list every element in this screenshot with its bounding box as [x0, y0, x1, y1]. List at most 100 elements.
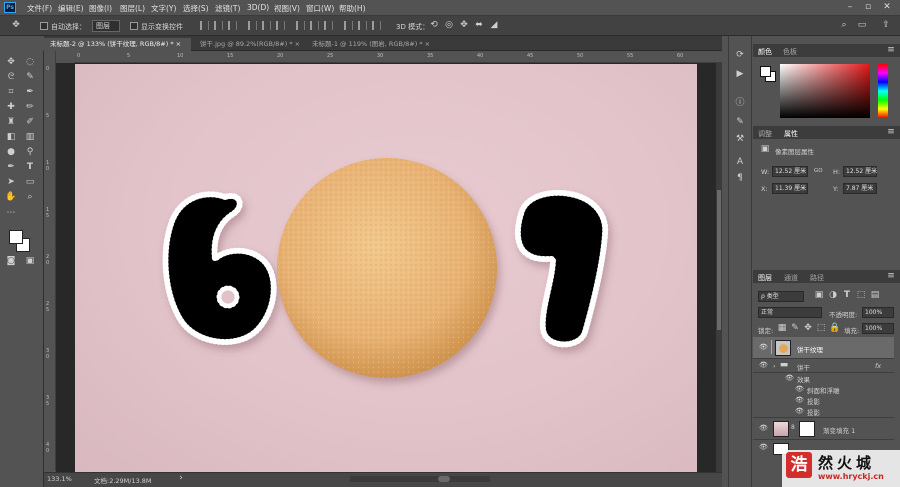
paragraph-panel-icon[interactable]: ¶ [734, 173, 746, 183]
distribute-left-icon[interactable] [296, 21, 305, 30]
visibility-eye-icon[interactable]: 👁 [795, 407, 804, 415]
3d-roll-icon[interactable]: ◎ [443, 20, 455, 30]
gradient-tool-icon[interactable]: ▥ [24, 131, 36, 143]
move-tool-icon[interactable]: ✥ [5, 56, 17, 68]
tab-close-icon[interactable]: × [425, 40, 430, 48]
layer-name[interactable]: 饼干 [797, 362, 810, 372]
brush-tool-icon[interactable]: ✏ [24, 101, 36, 113]
more-tools-icon[interactable]: ⋯ [5, 207, 17, 219]
color-swatches-pair[interactable] [758, 64, 778, 84]
menu-3d[interactable]: 3D(D) [247, 3, 269, 12]
visibility-eye-icon[interactable]: 👁 [759, 424, 768, 432]
filter-shape-icon[interactable]: ⬚ [856, 290, 866, 300]
layer-name[interactable]: 饼干纹理 [797, 344, 823, 354]
filter-pixel-icon[interactable]: ▣ [814, 290, 824, 300]
menu-select[interactable]: 选择(S) [183, 3, 209, 14]
visibility-eye-icon[interactable]: 👁 [795, 396, 804, 404]
lasso-tool-icon[interactable]: ᘓ [5, 71, 17, 83]
panel-menu-icon[interactable]: ≡ [886, 127, 896, 137]
layer-filter-kind[interactable]: ρ 类型 [758, 291, 804, 302]
fx-icon[interactable]: fx [875, 362, 881, 370]
eyedropper-tool-icon[interactable]: ✒ [24, 86, 36, 98]
menu-edit[interactable]: 编辑(E) [58, 3, 84, 14]
distribute-center-icon[interactable] [310, 21, 319, 30]
lock-transparent-icon[interactable]: ▦ [777, 323, 787, 333]
screen-mode-icon[interactable]: ▣ [24, 255, 36, 267]
layer-name[interactable]: 渐变填充 1 [823, 425, 855, 435]
rectangle-tool-icon[interactable]: ▭ [24, 176, 36, 188]
height-field[interactable]: 12.52 厘米 [843, 166, 877, 177]
filter-type-icon[interactable]: T [842, 290, 852, 300]
align-middle-icon[interactable] [262, 21, 271, 30]
actions-panel-icon[interactable]: ▶ [734, 69, 746, 79]
distribute-middle-icon[interactable] [358, 21, 367, 30]
zoom-tool-icon[interactable]: ⌕ [24, 191, 36, 203]
dodge-tool-icon[interactable]: ⚲ [24, 146, 36, 158]
status-menu-arrow-icon[interactable]: › [176, 473, 186, 483]
tab-untitled-2[interactable]: 未标题-2 @ 133% (饼干纹理, RGB/8#) * × [44, 38, 191, 51]
auto-select-checkbox[interactable] [40, 22, 48, 30]
visibility-eye-icon[interactable]: 👁 [795, 385, 804, 393]
menu-help[interactable]: 帮助(H) [339, 3, 366, 14]
3d-rotate-icon[interactable]: ⟲ [428, 20, 440, 30]
align-top-icon[interactable] [248, 21, 257, 30]
align-right-icon[interactable] [228, 21, 237, 30]
path-select-tool-icon[interactable]: ➤ [5, 176, 17, 188]
menu-file[interactable]: 文件(F) [27, 3, 52, 14]
align-center-icon[interactable] [214, 21, 223, 30]
link-dimensions-icon[interactable]: GO [814, 168, 823, 174]
visibility-eye-icon[interactable]: 👁 [759, 443, 768, 451]
layer-effect-drop-shadow[interactable]: 👁 投影 [753, 395, 894, 406]
tab-color[interactable]: 颜色 [758, 47, 772, 57]
minimize-button[interactable]: – [843, 2, 857, 13]
filter-adjustment-icon[interactable]: ◑ [828, 290, 838, 300]
search-icon[interactable]: ⌕ [838, 20, 850, 30]
align-bottom-icon[interactable] [276, 21, 285, 30]
auto-select-dropdown[interactable]: 图层 [92, 20, 120, 32]
quick-mask-icon[interactable]: ◙ [5, 255, 17, 267]
tab-swatches[interactable]: 色板 [783, 47, 797, 57]
visibility-eye-icon[interactable]: 👁 [785, 374, 794, 382]
move-tool-icon[interactable]: ✥ [10, 20, 22, 32]
history-brush-tool-icon[interactable]: ✐ [24, 116, 36, 128]
tab-untitled-1[interactable]: 未标题-1 @ 119% (图岩, RGB/8#) * × [306, 38, 446, 51]
distribute-right-icon[interactable] [324, 21, 333, 30]
distribute-bottom-icon[interactable] [372, 21, 381, 30]
zoom-level[interactable]: 133.1% [47, 475, 72, 483]
fill-field[interactable]: 100% [862, 323, 894, 334]
menu-layer[interactable]: 图层(L) [120, 3, 145, 14]
layer-effect-bevel[interactable]: 👁 斜面和浮雕 [753, 384, 894, 395]
eraser-tool-icon[interactable]: ◧ [5, 131, 17, 143]
opacity-field[interactable]: 100% [862, 307, 894, 318]
width-field[interactable]: 12.52 厘米 [772, 166, 808, 177]
layer-effect-drop-shadow-2[interactable]: 👁 投影 [753, 406, 894, 418]
x-field[interactable]: 11.39 厘米 [772, 183, 808, 194]
layer-effects-header[interactable]: 👁 效果 [753, 373, 894, 384]
color-field[interactable] [780, 64, 870, 118]
hue-slider[interactable] [878, 64, 888, 118]
visibility-eye-icon[interactable]: 👁 [759, 361, 768, 369]
tab-channels[interactable]: 通道 [784, 273, 798, 283]
align-left-icon[interactable] [200, 21, 209, 30]
tab-properties[interactable]: 属性 [784, 129, 798, 139]
menu-window[interactable]: 窗口(W) [306, 3, 334, 14]
layer-row-cookie-group[interactable]: 👁 › ▬ 饼干 fx [753, 359, 894, 373]
document-canvas[interactable] [75, 64, 697, 472]
layer-row-gradient-fill[interactable]: 👁 8 渐变填充 1 [753, 418, 894, 440]
horizontal-scroll-thumb[interactable] [438, 476, 450, 482]
foreground-color-swatch[interactable] [9, 230, 23, 244]
tab-adjustments[interactable]: 调整 [758, 129, 772, 139]
marquee-tool-icon[interactable]: ◌ [24, 56, 36, 68]
menu-filter[interactable]: 滤镜(T) [215, 3, 240, 14]
close-button[interactable]: ✕ [880, 2, 894, 13]
panel-menu-icon[interactable]: ≡ [886, 271, 896, 281]
layer-row-cookie-texture[interactable]: 👁 饼干纹理 [753, 337, 894, 359]
share-icon[interactable]: ⇪ [880, 20, 892, 30]
restore-button[interactable]: ▫ [861, 2, 875, 13]
healing-brush-tool-icon[interactable]: ✚ [5, 101, 17, 113]
lock-artboard-icon[interactable]: ⬚ [816, 323, 826, 333]
mask-link-icon[interactable]: 8 [791, 424, 795, 431]
character-panel-icon[interactable]: A [734, 157, 746, 167]
panel-menu-icon[interactable]: ≡ [886, 45, 896, 55]
menu-view[interactable]: 视图(V) [274, 3, 300, 14]
